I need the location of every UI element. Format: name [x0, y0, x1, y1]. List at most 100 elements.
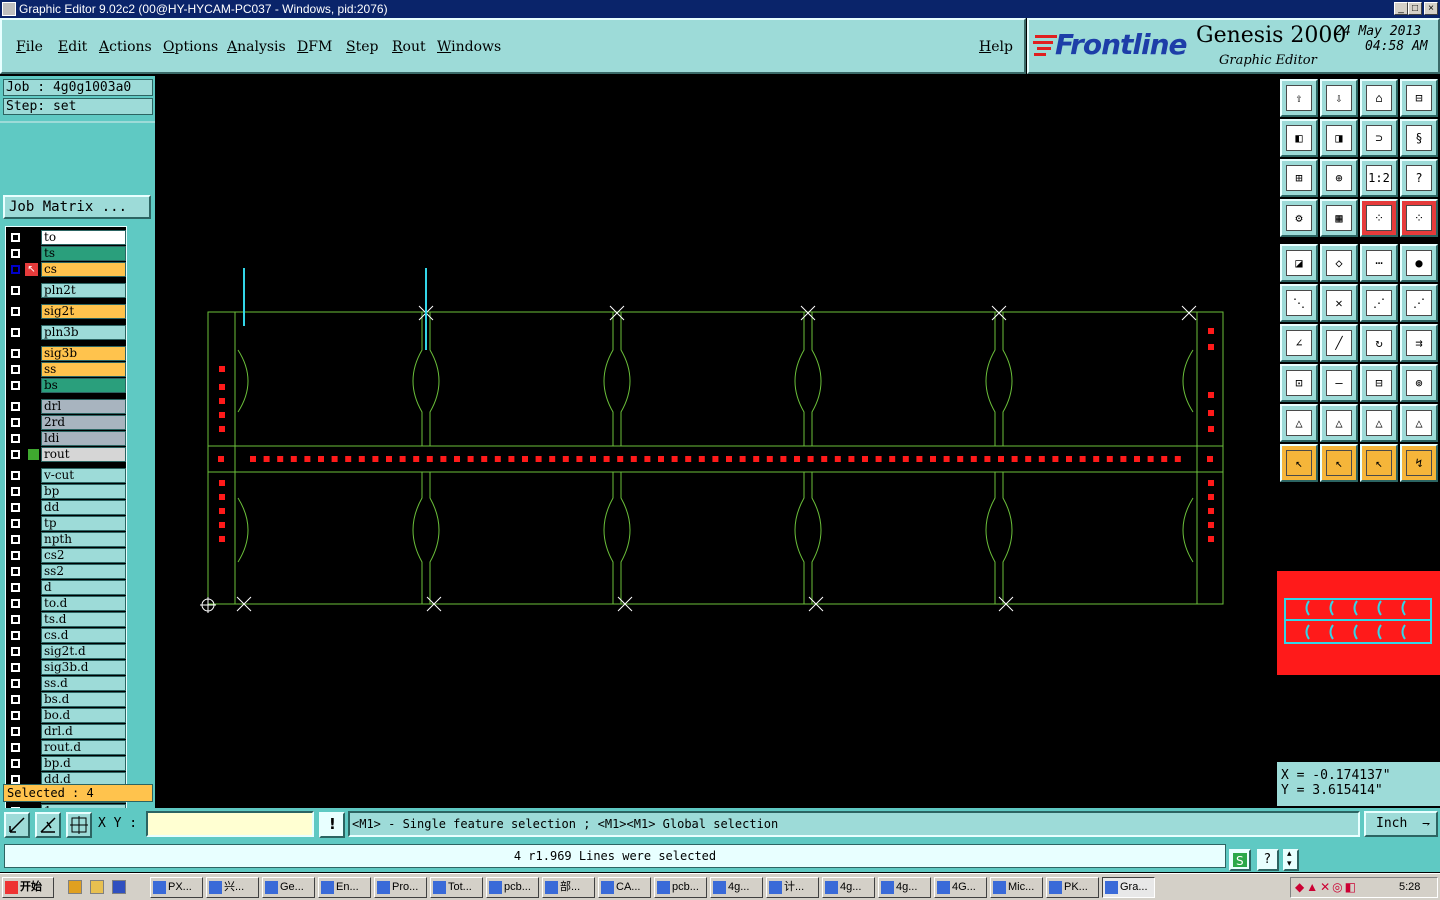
layer-row[interactable]: sig2t	[6, 304, 126, 319]
home-up-icon[interactable]: ⇧	[1280, 79, 1318, 117]
layer-label[interactable]: sig2t.d	[41, 644, 126, 659]
layer-checkbox[interactable]	[10, 726, 21, 737]
layer-checkbox[interactable]	[10, 433, 21, 444]
layer-checkbox[interactable]	[10, 694, 21, 705]
grid-icon[interactable]: ▦	[1320, 199, 1358, 237]
layer-label[interactable]: bp	[41, 484, 126, 499]
measure-icon[interactable]	[35, 812, 61, 838]
ratio-icon[interactable]: 1:2	[1360, 159, 1398, 197]
alert-icon[interactable]: !	[319, 812, 345, 838]
menu-step[interactable]: Step	[346, 39, 378, 55]
menu-rout[interactable]: Rout	[392, 39, 426, 55]
layer-label[interactable]: ts.d	[41, 612, 126, 627]
layer-label[interactable]: bp.d	[41, 756, 126, 771]
layer-red2-icon[interactable]: ⁘	[1400, 199, 1438, 237]
layer-checkbox[interactable]	[10, 285, 21, 296]
layer-checkbox[interactable]	[10, 449, 21, 460]
layer-row[interactable]: sig3b	[6, 346, 126, 361]
delete-node-icon[interactable]: ✕	[1320, 284, 1358, 322]
layer-row[interactable]: drl	[6, 399, 126, 414]
layer-label[interactable]: ss2	[41, 564, 126, 579]
start-button[interactable]: 开始	[2, 877, 54, 898]
layer-label[interactable]: dd	[41, 500, 126, 515]
taskbar-button[interactable]: 计...	[766, 877, 819, 898]
layer-checkbox[interactable]	[10, 582, 21, 593]
taskbar-button[interactable]: En...	[318, 877, 371, 898]
layer-label[interactable]: bs.d	[41, 692, 126, 707]
layer-label[interactable]: cs	[41, 262, 126, 277]
taskbar-button[interactable]: 兴...	[206, 877, 259, 898]
taskbar-button[interactable]: PX...	[150, 877, 203, 898]
maximize-button[interactable]: □	[1408, 2, 1422, 15]
layer-label[interactable]: rout	[41, 447, 126, 462]
triangle-v-icon[interactable]: △	[1400, 404, 1438, 442]
layer-label[interactable]: bo.d	[41, 708, 126, 723]
angle-icon[interactable]: ∠	[1280, 324, 1318, 362]
minimize-button[interactable]: _	[1394, 2, 1408, 15]
line-icon[interactable]: ╱	[1320, 324, 1358, 362]
flip-icon[interactable]: ⊃	[1360, 119, 1398, 157]
pad-add-icon[interactable]: ⊡	[1280, 364, 1318, 402]
snap-icon[interactable]	[4, 812, 30, 838]
layer-checkbox[interactable]	[10, 742, 21, 753]
pointer-path-icon[interactable]: ↯	[1400, 444, 1438, 482]
layer-checkbox[interactable]	[10, 470, 21, 481]
layer-checkbox[interactable]	[10, 630, 21, 641]
layer-row[interactable]: to	[6, 230, 126, 245]
layer-label[interactable]: ts	[41, 246, 126, 261]
layer-label[interactable]: to.d	[41, 596, 126, 611]
layer-checkbox[interactable]	[10, 232, 21, 243]
line-node2-icon[interactable]: ⋰	[1400, 284, 1438, 322]
taskbar-button[interactable]: Gra...	[1102, 877, 1155, 898]
layer-checkbox[interactable]	[10, 306, 21, 317]
unit-selector[interactable]: Inch ⇁	[1364, 811, 1438, 837]
menu-analysis[interactable]: Analysis	[227, 39, 286, 55]
layer-label[interactable]: drl	[41, 399, 126, 414]
layer-row[interactable]: to.d	[6, 596, 126, 611]
layer-label[interactable]: v-cut	[41, 468, 126, 483]
menu-file[interactable]: File	[16, 39, 43, 55]
layer-checkbox[interactable]	[10, 534, 21, 545]
layer-row[interactable]: ss2	[6, 564, 126, 579]
help-icon[interactable]: ?	[1257, 849, 1279, 871]
layer-row[interactable]: ↖ cs	[6, 262, 126, 277]
layer-row[interactable]: ss	[6, 362, 126, 377]
layer-checkbox[interactable]	[10, 486, 21, 497]
layer-label[interactable]: d	[41, 580, 126, 595]
triangle-r-icon[interactable]: △	[1360, 404, 1398, 442]
window-icon[interactable]: ⊟	[1400, 79, 1438, 117]
menu-windows[interactable]: Windows	[437, 39, 501, 55]
layer-row[interactable]: drl.d	[6, 724, 126, 739]
triangle-a-icon[interactable]: △	[1320, 404, 1358, 442]
grid-snap-icon[interactable]	[66, 812, 92, 838]
scroll-icon[interactable]: ▴ ▾	[1283, 849, 1299, 871]
pcb-drawing[interactable]	[157, 76, 1275, 808]
layer-checkbox[interactable]	[10, 598, 21, 609]
layer-checkbox[interactable]	[10, 646, 21, 657]
menu-options[interactable]: Options	[163, 39, 218, 55]
layer-checkbox[interactable]	[10, 248, 21, 259]
layer-checkbox[interactable]	[10, 710, 21, 721]
layer-checkbox[interactable]	[10, 614, 21, 625]
menu-dfm[interactable]: DFM	[297, 39, 332, 55]
taskbar-button[interactable]: 4g...	[710, 877, 763, 898]
layer-row[interactable]: bo.d	[6, 708, 126, 723]
layer-label[interactable]: tp	[41, 516, 126, 531]
layer-row[interactable]: npth	[6, 532, 126, 547]
layer-row[interactable]: ldi	[6, 431, 126, 446]
layer-row[interactable]: dd	[6, 500, 126, 515]
layer-checkbox[interactable]	[10, 518, 21, 529]
layer-row[interactable]: rout	[6, 447, 126, 462]
select-point-icon[interactable]: ◪	[1280, 244, 1318, 282]
layer-label[interactable]: ldi	[41, 431, 126, 446]
taskbar-button[interactable]: 部...	[542, 877, 595, 898]
layer-row[interactable]: pln2t	[6, 283, 126, 298]
taskbar-button[interactable]: Pro...	[374, 877, 427, 898]
pan-right-icon[interactable]: ◨	[1320, 119, 1358, 157]
home-down-icon[interactable]: ⇩	[1320, 79, 1358, 117]
layer-row[interactable]: bs	[6, 378, 126, 393]
script-icon[interactable]: S	[1229, 849, 1251, 871]
layer-checkbox[interactable]	[10, 417, 21, 428]
layer-checkbox[interactable]	[10, 550, 21, 561]
layer-label[interactable]: 2rd	[41, 415, 126, 430]
